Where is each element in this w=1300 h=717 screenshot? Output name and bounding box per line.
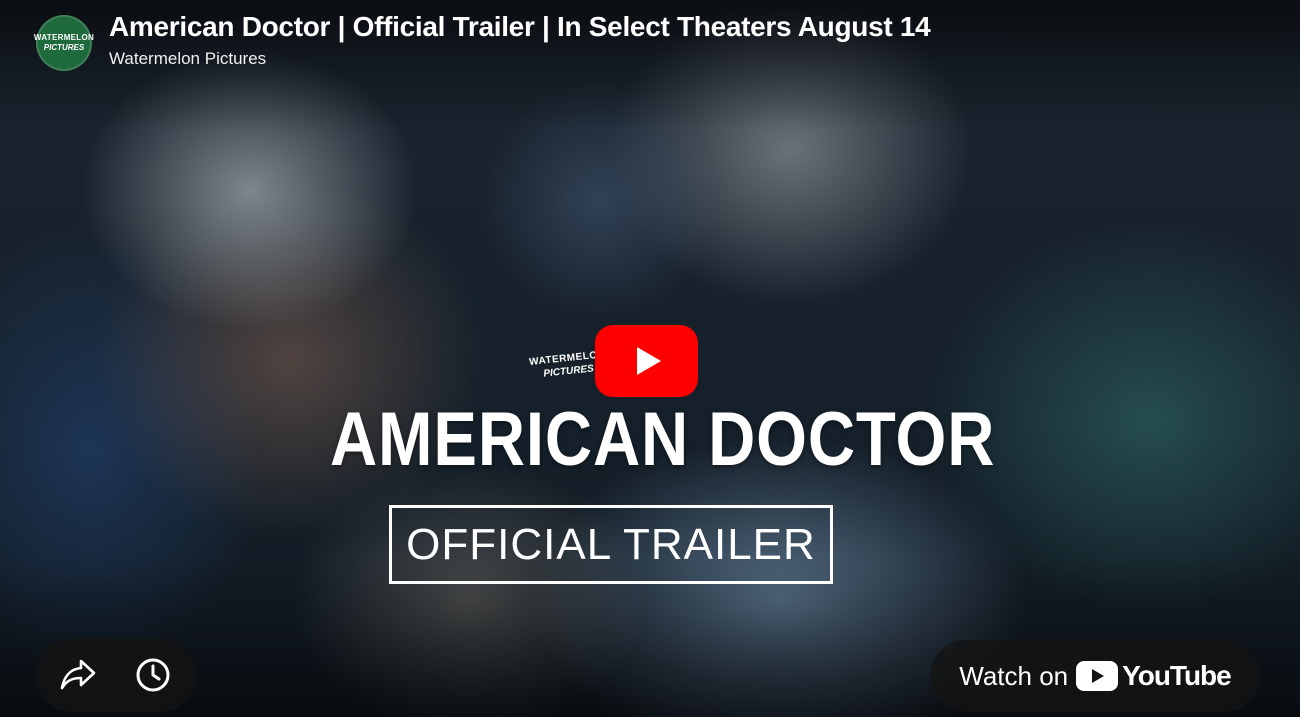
youtube-wordmark: YouTube (1122, 660, 1232, 691)
share-button[interactable] (54, 650, 102, 700)
channel-logo-line2: PICTURES (43, 43, 85, 52)
youtube-logo: YouTube (1076, 660, 1232, 692)
official-trailer-frame: OFFICIAL TRAILER (389, 505, 833, 584)
movie-title: AMERICAN DOCTOR (330, 397, 996, 482)
video-title[interactable]: American Doctor | Official Trailer | In … (109, 11, 931, 43)
watch-later-button[interactable] (128, 650, 178, 700)
watch-on-youtube-button[interactable]: Watch on YouTube (930, 640, 1260, 712)
play-icon (636, 347, 661, 375)
channel-logo-line1: WATERMELON (33, 33, 95, 42)
share-icon (60, 659, 96, 690)
channel-avatar[interactable]: WATERMELON PICTURES (34, 15, 94, 71)
official-trailer-label: OFFICIAL TRAILER (406, 519, 816, 569)
video-player[interactable]: WATERMELON PICTURES American Doctor | Of… (0, 0, 1300, 717)
clock-icon (136, 658, 170, 692)
youtube-play-logo-icon (1076, 661, 1119, 691)
play-button[interactable] (595, 325, 698, 397)
watch-on-label: Watch on (959, 660, 1069, 691)
channel-logo: WATERMELON PICTURES (34, 34, 94, 52)
channel-name[interactable]: Watermelon Pictures (109, 49, 266, 69)
